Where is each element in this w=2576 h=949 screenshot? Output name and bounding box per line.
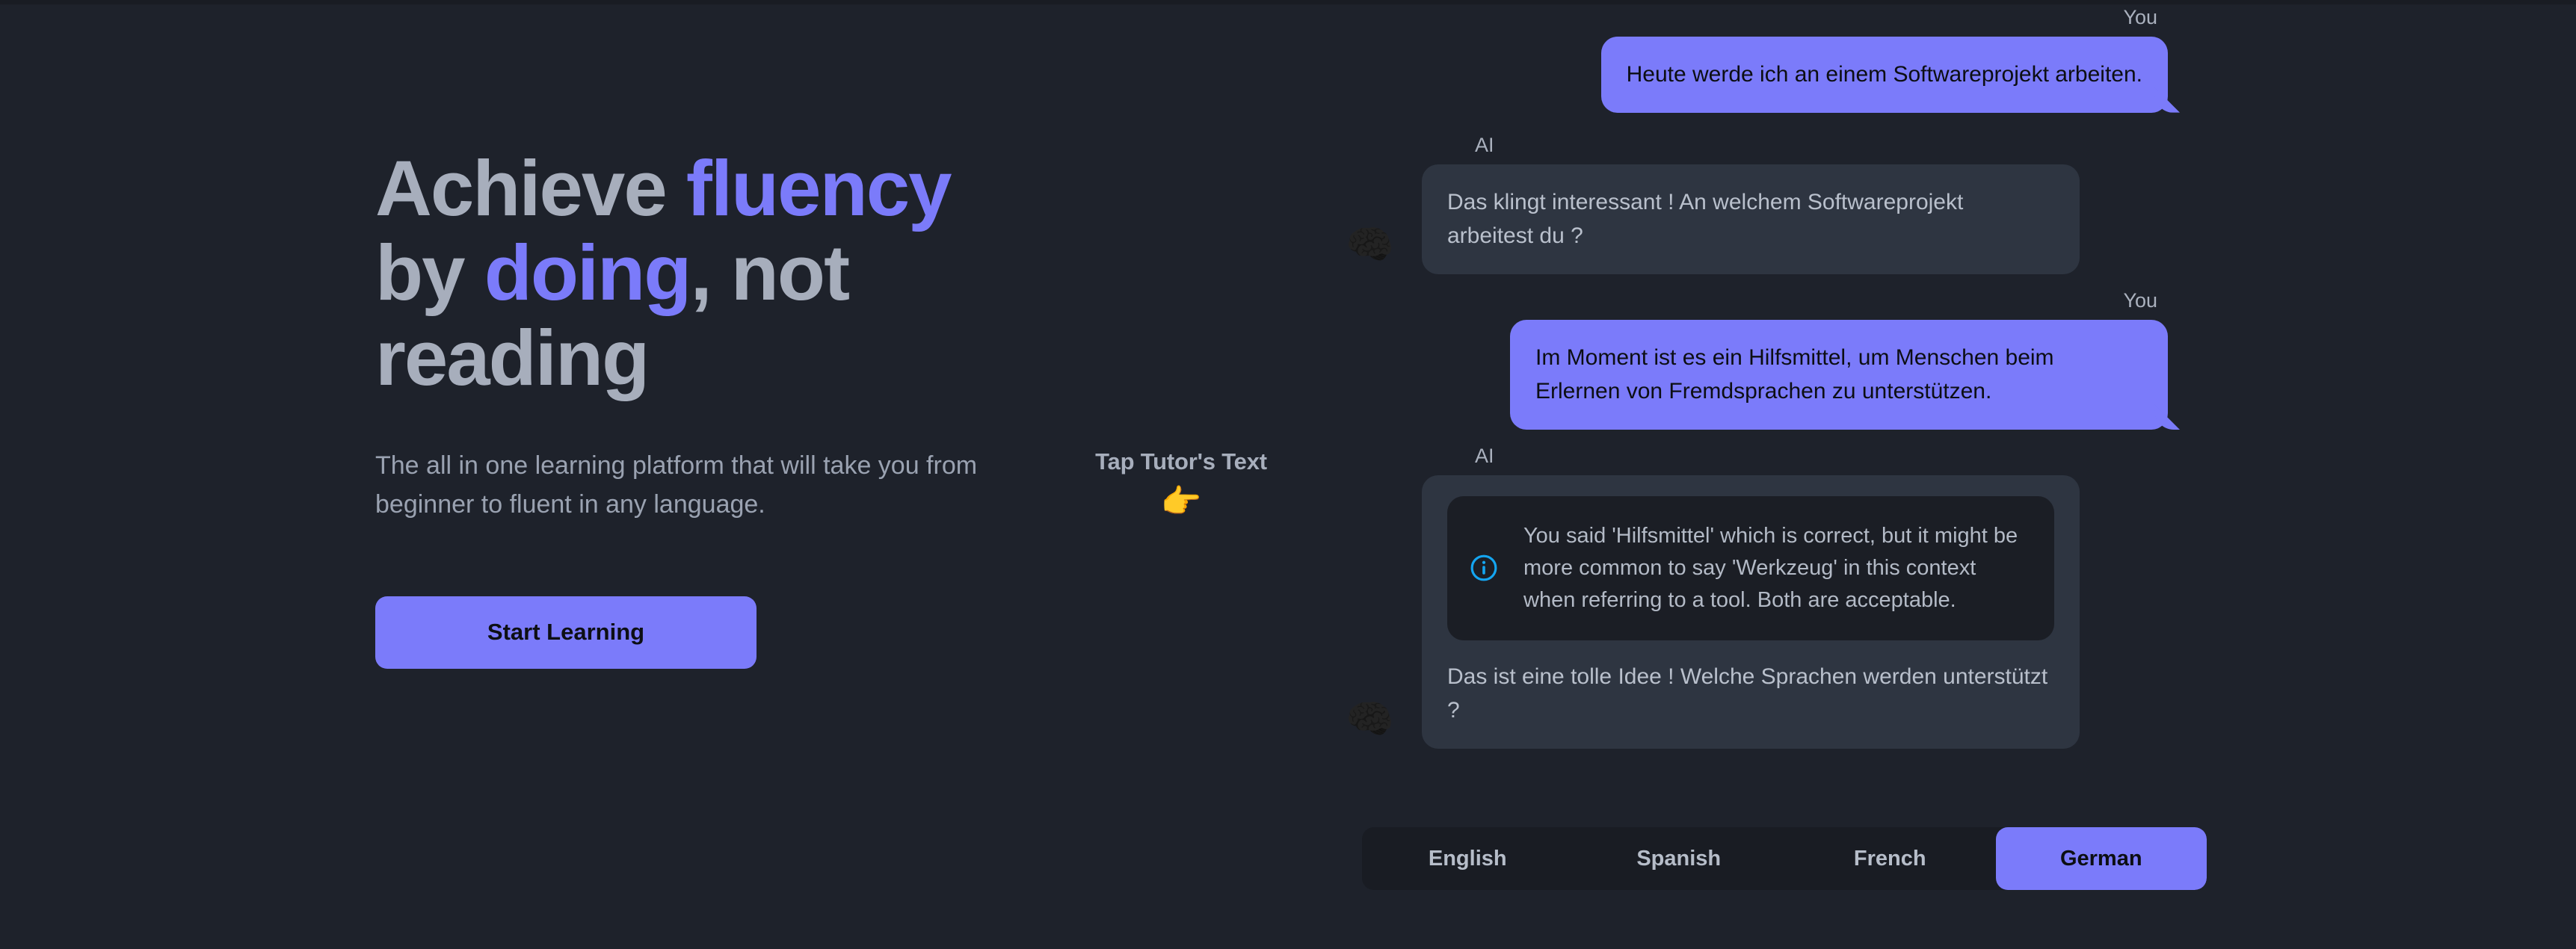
tap-tutor-hint-label: Tap Tutor's Text bbox=[1095, 448, 1267, 474]
language-tab-spanish[interactable]: Spanish bbox=[1574, 827, 1785, 890]
brain-icon: 🧠 bbox=[1346, 697, 1394, 741]
role-label-ai: AI bbox=[1475, 133, 1494, 156]
app-root: Achieve fluency by doing, not reading Th… bbox=[0, 0, 2576, 949]
language-tab-french[interactable]: French bbox=[1784, 827, 1996, 890]
chat-bubble-ai[interactable]: Das klingt interessant ! An welchem Soft… bbox=[1422, 164, 2080, 274]
ai-followup-text: Das ist eine tolle Idee ! Welche Sprache… bbox=[1447, 664, 2048, 723]
hero-title-line3: reading bbox=[375, 314, 650, 402]
role-label-you: You bbox=[2123, 288, 2157, 312]
language-switcher: English Spanish French German bbox=[1362, 827, 2207, 890]
hero-title-line2-tail: , not bbox=[690, 229, 850, 318]
chat-bubble-user[interactable]: Heute werde ich an einem Softwareprojekt… bbox=[1600, 37, 2168, 113]
chat-message-user-2: You Im Moment ist es ein Hilfsmittel, um… bbox=[1346, 288, 2168, 430]
role-label-you: You bbox=[2123, 6, 2157, 28]
correction-card: You said 'Hilfsmittel' which is correct,… bbox=[1447, 495, 2054, 640]
page-title: Achieve fluency by doing, not reading bbox=[375, 146, 1093, 401]
brain-icon: 🧠 bbox=[1346, 223, 1394, 267]
correction-text: You said 'Hilfsmittel' which is correct,… bbox=[1523, 523, 2018, 612]
pointing-right-hand-icon: 👉 bbox=[1160, 483, 1202, 520]
language-tab-german[interactable]: German bbox=[1995, 827, 2207, 890]
hero-title-accent-doing: doing bbox=[484, 229, 692, 318]
role-label-ai: AI bbox=[1475, 444, 1494, 467]
chat-message-ai-1: AI 🧠 Das klingt interessant ! An welchem… bbox=[1346, 135, 2168, 274]
hero-subtitle: The all in one learning platform that wi… bbox=[375, 451, 978, 519]
chat-message-user-1: You Heute werde ich an einem Softwarepro… bbox=[1346, 7, 2168, 113]
chat-bubble-user[interactable]: Im Moment ist es ein Hilfsmittel, um Men… bbox=[1510, 319, 2168, 430]
info-icon bbox=[1470, 554, 1497, 581]
chat-panel: You Heute werde ich an einem Softwarepro… bbox=[1346, 0, 2243, 949]
start-learning-button[interactable]: Start Learning bbox=[375, 596, 757, 669]
tap-tutor-hint: Tap Tutor's Text 👉 bbox=[1047, 448, 1316, 519]
hero-title-line2-plain: by bbox=[375, 229, 484, 318]
hero-title-line1-plain: Achieve bbox=[375, 145, 686, 232]
chat-bubble-ai-with-correction[interactable]: You said 'Hilfsmittel' which is correct,… bbox=[1422, 474, 2080, 749]
chat-message-ai-2: AI 🧠 You said 'Hilfsmittel' which is cor… bbox=[1346, 444, 2168, 749]
language-tab-english[interactable]: English bbox=[1362, 827, 1574, 890]
chat-message-list: You Heute werde ich an einem Softwarepro… bbox=[1346, 7, 2168, 749]
hero-section: Achieve fluency by doing, not reading Th… bbox=[375, 146, 1123, 669]
hero-title-accent-fluency: fluency bbox=[685, 145, 952, 232]
